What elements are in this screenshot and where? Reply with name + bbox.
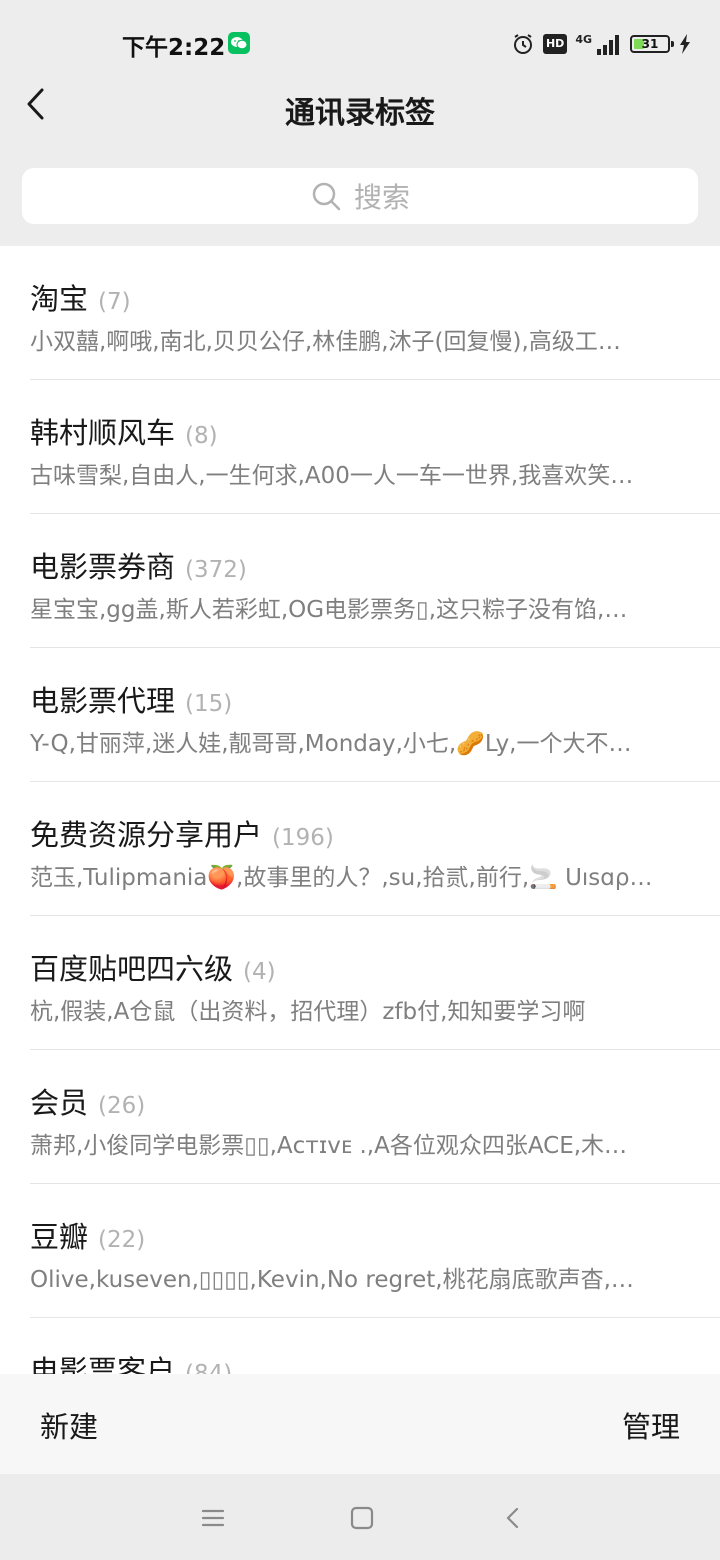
tag-item-taobao[interactable]: 淘宝 (7) 小双囍,啊哦,南北,贝贝公仔,林佳鹏,沐子(回复慢),高级工… <box>0 246 720 380</box>
home-icon[interactable] <box>348 1504 376 1532</box>
search-icon <box>312 182 341 211</box>
tag-count: (84) <box>185 1361 233 1374</box>
tag-members: 古味雪梨,自由人,一生何求,A00一人一车一世界,我喜欢笑… <box>30 463 634 489</box>
battery-icon: 31 <box>630 35 674 53</box>
tag-name: 百度贴吧四六级 <box>30 952 234 986</box>
action-bar: 新建 管理 <box>0 1374 720 1474</box>
search-placeholder: 搜索 <box>353 181 410 214</box>
tag-name: 淘宝 <box>30 282 89 316</box>
tag-item-hancun-ride[interactable]: 韩村顺风车 (8) 古味雪梨,自由人,一生何求,A00一人一车一世界,我喜欢笑… <box>0 380 720 514</box>
tag-count: (8) <box>185 423 218 449</box>
tag-name: 电影票代理 <box>30 684 176 718</box>
tag-name: 电影票客户 <box>30 1354 176 1374</box>
system-nav-bar <box>0 1474 720 1560</box>
alarm-icon <box>513 34 532 54</box>
tag-members: 星宝宝,gg盖,斯人若彩虹,OG电影票务▯,这只粽子没有馅,… <box>30 597 628 623</box>
network-type: 4G <box>575 32 592 46</box>
tag-count: (15) <box>185 691 233 717</box>
tag-name: 电影票券商 <box>30 550 176 584</box>
tag-item-movie-ticket-agents[interactable]: 电影票代理 (15) Y-Q,甘丽萍,迷人娃,靓哥哥,Monday,小七,🥜Ly,… <box>0 648 720 782</box>
tag-members: Y-Q,甘丽萍,迷人娃,靓哥哥,Monday,小七,🥜Ly,一个大不… <box>30 731 632 757</box>
tag-count: (26) <box>98 1093 146 1119</box>
tag-members: 小双囍,啊哦,南北,贝贝公仔,林佳鹏,沐子(回复慢),高级工… <box>30 329 621 355</box>
tag-item-members[interactable]: 会员 (26) 萧邦,小俊同学电影票▯▯,Aᴄᴛɪᴠᴇ .,A各位观众四张ACE,… <box>0 1050 720 1184</box>
tag-count: (196) <box>272 825 334 851</box>
status-icons: HD 4G 31 <box>511 30 692 58</box>
tag-item-movie-ticket-dealers[interactable]: 电影票券商 (372) 星宝宝,gg盖,斯人若彩虹,OG电影票务▯,这只粽子没有馅… <box>0 514 720 648</box>
wechat-icon <box>228 32 250 54</box>
page-title: 通讯录标签 <box>285 96 435 131</box>
tag-members: Olive,kuseven,▯▯▯▯,Kevin,No regret,桃花扇底歌… <box>30 1267 634 1293</box>
tag-name: 免费资源分享用户 <box>30 818 263 852</box>
tag-count: (4) <box>243 959 276 985</box>
tag-count: (7) <box>98 289 131 315</box>
tag-item-baidu-cet[interactable]: 百度贴吧四六级 (4) 杭,假装,A仓鼠（出资料，招代理）zfb付,知知要学习啊 <box>0 916 720 1050</box>
tag-count: (22) <box>98 1227 146 1253</box>
tag-name: 韩村顺风车 <box>30 416 176 450</box>
tag-item-douban[interactable]: 豆瓣 (22) Olive,kuseven,▯▯▯▯,Kevin,No regre… <box>0 1184 720 1318</box>
tag-members: 萧邦,小俊同学电影票▯▯,Aᴄᴛɪᴠᴇ .,A各位观众四张ACE,木… <box>30 1133 628 1159</box>
title-bar: 通讯录标签 <box>0 60 720 150</box>
tag-name: 会员 <box>30 1086 89 1120</box>
charging-icon <box>680 34 690 54</box>
hd-icon: HD <box>542 34 568 54</box>
tag-members: 杭,假装,A仓鼠（出资料，招代理）zfb付,知知要学习啊 <box>30 999 586 1025</box>
nav-back-icon[interactable] <box>499 1504 527 1532</box>
new-tag-button[interactable]: 新建 <box>40 1404 98 1446</box>
tag-item-movie-ticket-customers[interactable]: 电影票客户 (84) <box>0 1318 720 1374</box>
search-input[interactable]: 搜索 <box>22 168 698 224</box>
tag-count: (372) <box>185 557 247 583</box>
status-time: 下午2:22 <box>122 35 226 61</box>
tag-members: 范玉,Tulipmania🍑,故事里的人？,su,拾贰,前行,🚬 ᑌısɑρ… <box>30 865 653 891</box>
tag-list: 淘宝 (7) 小双囍,啊哦,南北,贝贝公仔,林佳鹏,沐子(回复慢),高级工… 韩村… <box>0 246 720 1374</box>
menu-icon[interactable] <box>199 1504 227 1532</box>
manage-tags-button[interactable]: 管理 <box>622 1404 680 1446</box>
battery-level: 31 <box>641 37 659 51</box>
tag-item-free-resource-users[interactable]: 免费资源分享用户 (196) 范玉,Tulipmania🍑,故事里的人？,su,拾… <box>0 782 720 916</box>
tag-name: 豆瓣 <box>30 1220 89 1254</box>
signal-icon <box>597 35 619 55</box>
